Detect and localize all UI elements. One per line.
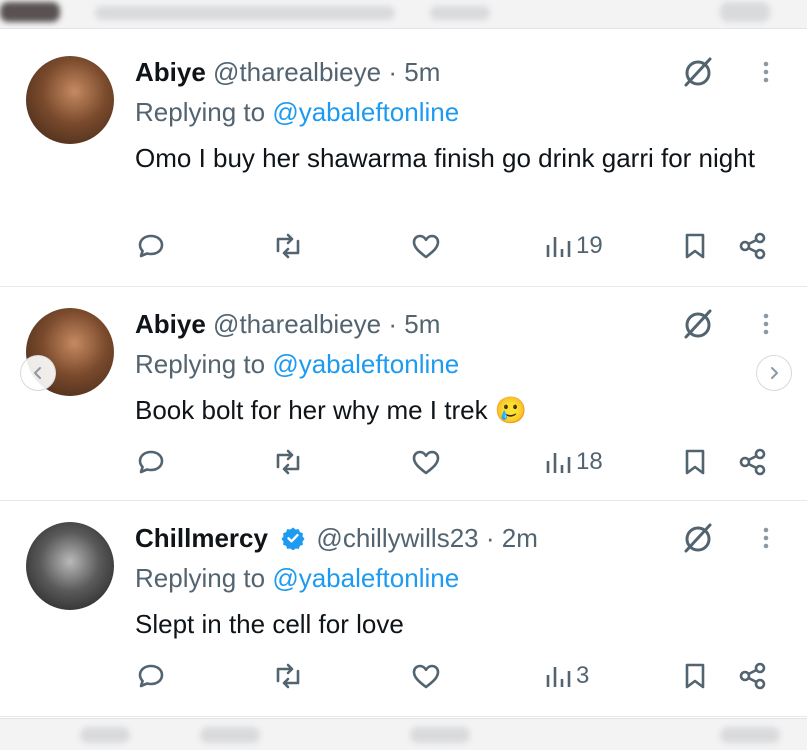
blurred-bottom-bar: [0, 718, 807, 750]
views-icon: [546, 667, 571, 687]
reply-tweet[interactable]: Abiye @tharealbieye · 5m Replying to @ya…: [0, 36, 807, 287]
blurred-top-bar: [0, 0, 807, 29]
chevron-left-icon: [34, 367, 41, 379]
replying-to-line: Replying to @yabaleftonline: [135, 348, 459, 380]
display-name[interactable]: Abiye: [135, 57, 206, 87]
replying-to-label: Replying to: [135, 349, 266, 379]
views-count: 18: [576, 448, 603, 475]
share-icon: [739, 448, 766, 476]
views-count: 19: [576, 232, 603, 259]
blurred-bottom-element: [410, 727, 470, 743]
blurred-bottom-element: [200, 727, 260, 743]
bookmark-button[interactable]: [682, 226, 708, 266]
display-name[interactable]: Chillmercy: [135, 523, 268, 553]
tweet-actions: 3: [0, 656, 807, 696]
bookmark-button[interactable]: [682, 442, 708, 482]
tweet-actions: 18: [0, 442, 807, 482]
more-icon[interactable]: [752, 310, 780, 338]
avatar[interactable]: [26, 56, 114, 144]
blurred-top-element: [95, 6, 395, 20]
share-icon: [739, 232, 766, 260]
reply-tweet[interactable]: Abiye @tharealbieye · 5m Replying to @ya…: [0, 288, 807, 501]
blurred-top-element: [720, 2, 770, 22]
timestamp[interactable]: 2m: [502, 523, 538, 553]
verified-badge-icon: [281, 527, 305, 550]
grok-icon[interactable]: [680, 54, 716, 90]
blurred-bottom-element: [80, 727, 130, 743]
bookmark-icon: [685, 449, 705, 475]
tweet-text: Book bolt for her why me I trek 🥲: [135, 395, 528, 425]
replying-to-line: Replying to @yabaleftonline: [135, 562, 459, 594]
retweet-button[interactable]: [272, 442, 304, 482]
share-icon: [739, 662, 766, 690]
bookmark-icon: [685, 233, 705, 259]
user-handle[interactable]: @tharealbieye: [213, 57, 381, 87]
reply-icon: [138, 450, 164, 474]
carousel-prev-button[interactable]: [20, 355, 56, 391]
user-handle[interactable]: @chillywills23: [316, 523, 478, 553]
user-handle[interactable]: @tharealbieye: [213, 309, 381, 339]
tweet-header: Chillmercy @chillywills23 · 2m: [135, 522, 538, 554]
like-button[interactable]: [410, 656, 442, 696]
reply-button[interactable]: [136, 442, 166, 482]
tweet-header: Abiye @tharealbieye · 5m: [135, 308, 440, 340]
views-icon: [546, 237, 571, 257]
retweet-button[interactable]: [272, 656, 304, 696]
views-count: 3: [576, 662, 590, 689]
views-button[interactable]: 3: [544, 656, 589, 696]
retweet-icon: [276, 663, 300, 689]
tweet-actions: 19: [0, 226, 807, 266]
views-button[interactable]: 18: [544, 442, 603, 482]
tweet-text: Slept in the cell for love: [135, 609, 404, 639]
views-icon: [546, 453, 571, 473]
reply-tweet[interactable]: Chillmercy @chillywills23 · 2m Replying …: [0, 502, 807, 717]
heart-icon: [412, 450, 440, 475]
separator-dot: ·: [485, 523, 495, 553]
blurred-top-element: [430, 6, 490, 20]
retweet-icon: [276, 233, 300, 259]
bookmark-button[interactable]: [682, 656, 708, 696]
timestamp[interactable]: 5m: [404, 57, 440, 87]
grok-icon[interactable]: [680, 306, 716, 342]
replying-to-label: Replying to: [135, 97, 266, 127]
replying-to-mention[interactable]: @yabaleftonline: [272, 563, 459, 593]
more-icon[interactable]: [752, 524, 780, 552]
blurred-top-element: [0, 2, 60, 22]
share-button[interactable]: [738, 442, 768, 482]
separator-dot: ·: [388, 309, 398, 339]
avatar[interactable]: [26, 522, 114, 610]
retweet-button[interactable]: [272, 226, 304, 266]
grok-icon[interactable]: [680, 520, 716, 556]
separator-dot: ·: [388, 57, 398, 87]
display-name[interactable]: Abiye: [135, 309, 206, 339]
tweet-header: Abiye @tharealbieye · 5m: [135, 56, 440, 88]
more-icon[interactable]: [752, 58, 780, 86]
timestamp[interactable]: 5m: [404, 309, 440, 339]
replying-to-mention[interactable]: @yabaleftonline: [272, 349, 459, 379]
blurred-bottom-element: [720, 727, 780, 743]
replying-to-label: Replying to: [135, 563, 266, 593]
carousel-next-button[interactable]: [756, 355, 792, 391]
reply-icon: [138, 234, 164, 258]
chevron-right-icon: [771, 367, 778, 379]
share-button[interactable]: [738, 656, 768, 696]
like-button[interactable]: [410, 442, 442, 482]
share-button[interactable]: [738, 226, 768, 266]
tweet-text: Omo I buy her shawarma finish go drink g…: [135, 143, 755, 173]
replying-to-mention[interactable]: @yabaleftonline: [272, 97, 459, 127]
like-button[interactable]: [410, 226, 442, 266]
views-button[interactable]: 19: [544, 226, 603, 266]
replying-to-line: Replying to @yabaleftonline: [135, 96, 459, 128]
retweet-icon: [276, 449, 300, 475]
heart-icon: [412, 234, 440, 259]
reply-button[interactable]: [136, 656, 166, 696]
reply-icon: [138, 664, 164, 688]
bookmark-icon: [685, 663, 705, 689]
heart-icon: [412, 664, 440, 689]
reply-button[interactable]: [136, 226, 166, 266]
